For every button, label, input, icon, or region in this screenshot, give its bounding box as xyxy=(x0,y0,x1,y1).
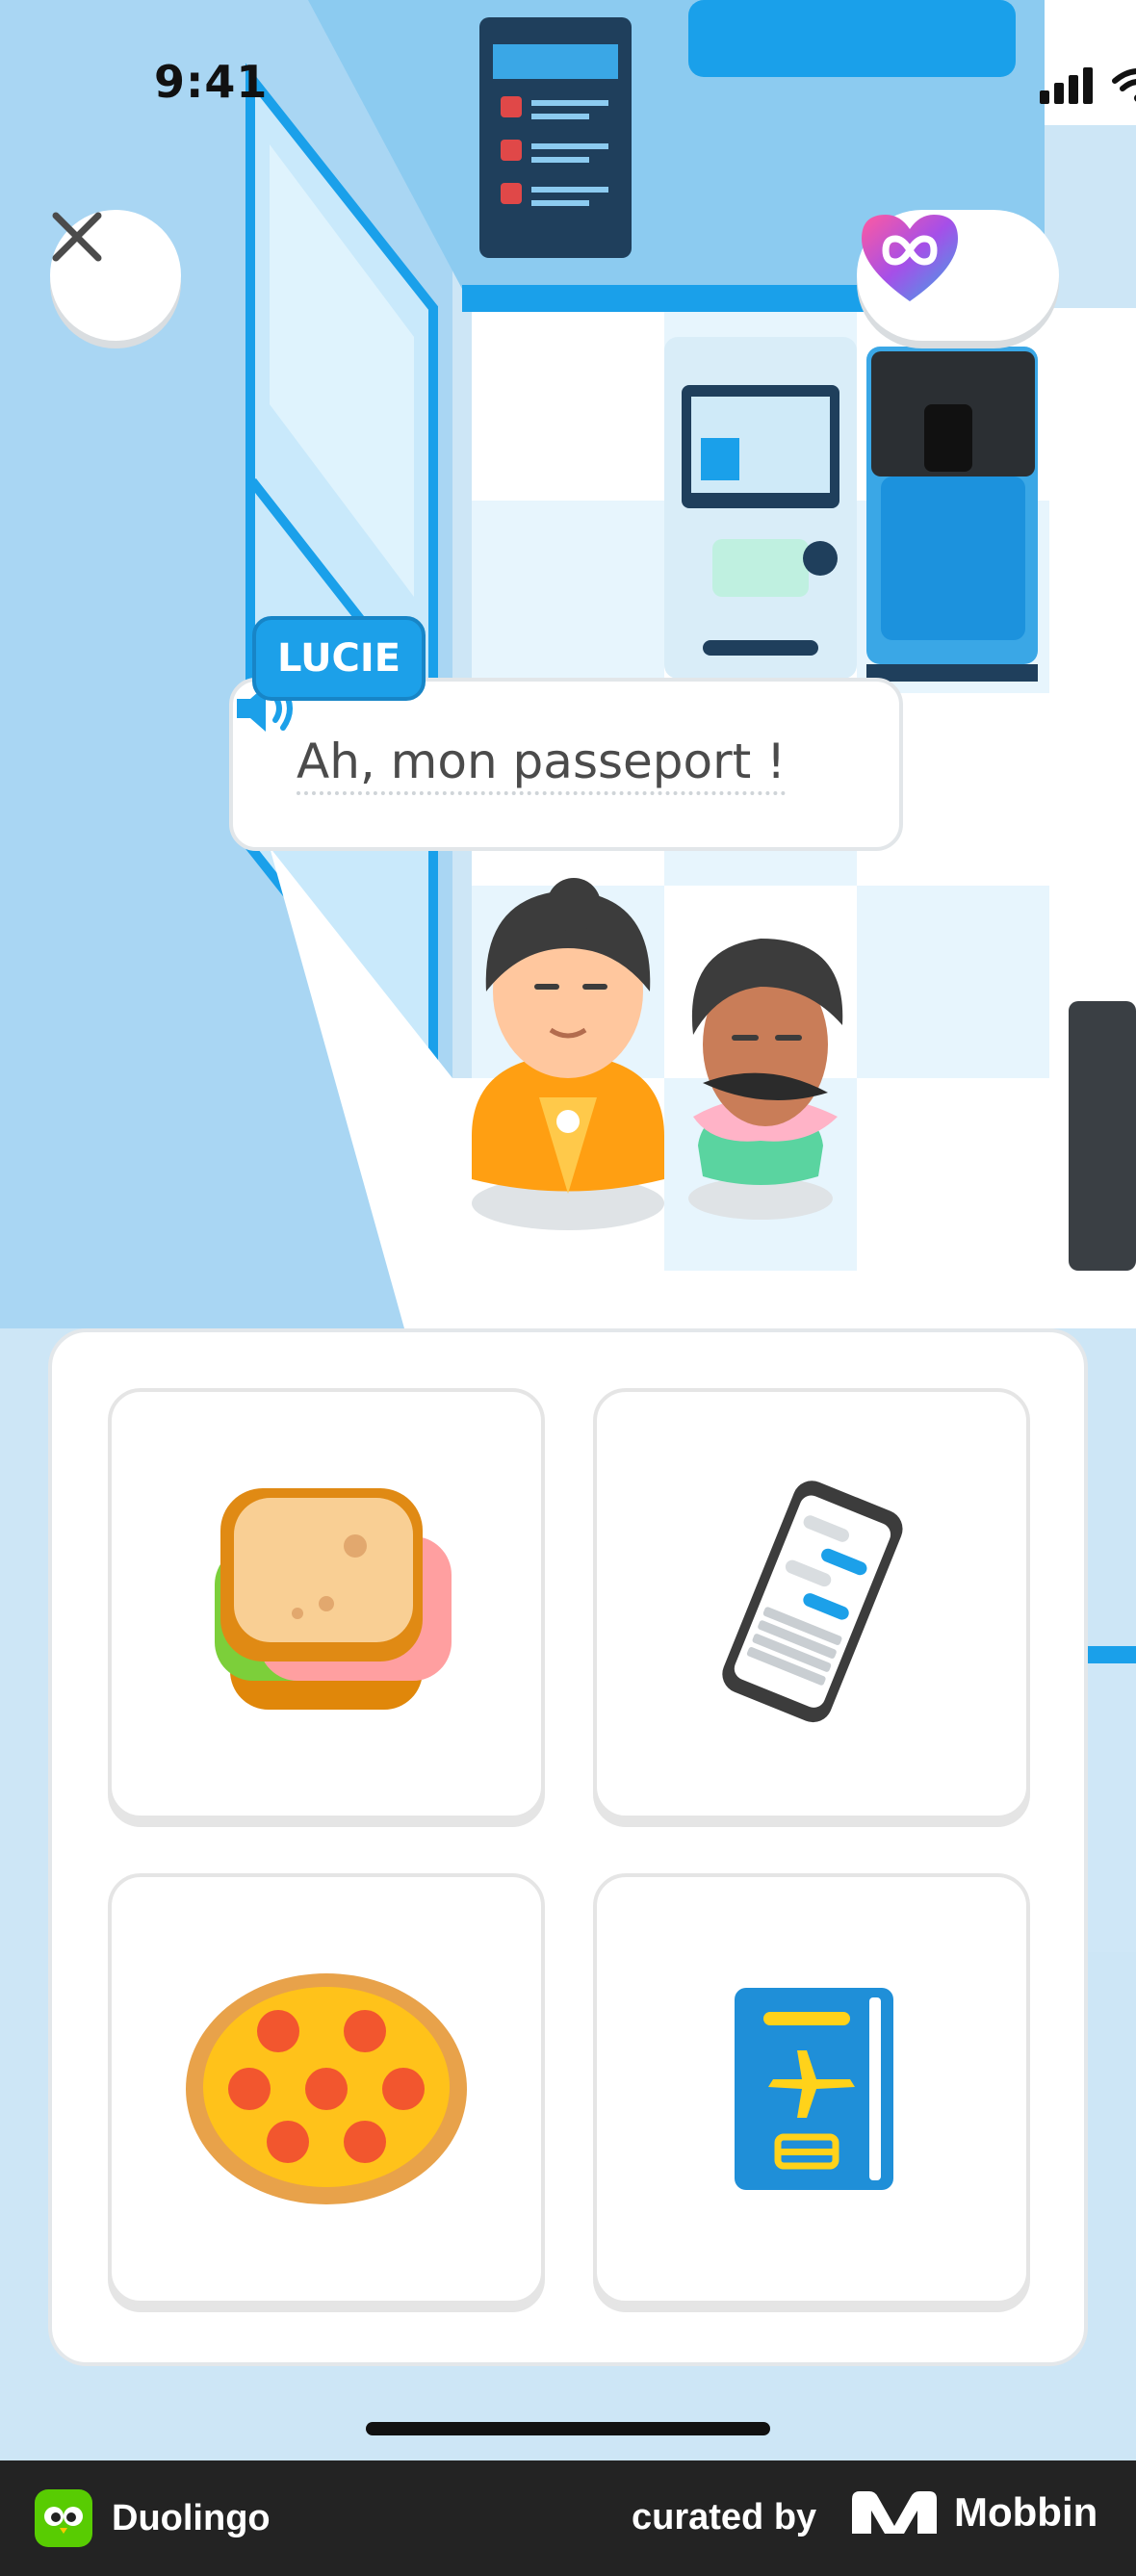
pizza-icon xyxy=(186,1973,467,2204)
attribution-footer: Duolingo curated by Mobbin xyxy=(0,2460,1136,2576)
phone-icon xyxy=(722,1481,903,1723)
choice-card-passport[interactable] xyxy=(593,1873,1030,2305)
mobbin-name: Mobbin xyxy=(954,2489,1098,2535)
wifi-icon xyxy=(1112,68,1136,102)
hearts-button[interactable] xyxy=(857,210,1059,341)
cellular-signal-icon xyxy=(1040,67,1093,104)
close-button[interactable] xyxy=(50,210,181,341)
choice-card-sandwich[interactable] xyxy=(108,1388,545,1819)
duolingo-logo-icon xyxy=(35,2489,92,2547)
app-name: Duolingo xyxy=(112,2497,271,2538)
dialogue-line: Ah, mon passeport ! xyxy=(297,734,787,795)
speaker-name-tag: LUCIE xyxy=(252,616,426,701)
passport-icon xyxy=(735,1988,893,2190)
sandwich-icon xyxy=(215,1488,452,1710)
home-indicator[interactable] xyxy=(366,2422,770,2435)
mobbin-brand: Mobbin xyxy=(852,2489,1097,2536)
curated-by-label: curated by xyxy=(632,2497,817,2537)
status-time: 9:41 xyxy=(154,56,269,108)
duolingo-brand: Duolingo xyxy=(35,2489,271,2547)
infinite-hearts-icon xyxy=(862,215,958,301)
close-icon xyxy=(52,212,102,262)
mobbin-logo-icon xyxy=(852,2491,937,2534)
answer-choices-panel xyxy=(48,1328,1088,2366)
choice-card-phone[interactable] xyxy=(593,1388,1030,1819)
speech-bubble[interactable]: Ah, mon passeport ! xyxy=(229,678,903,851)
choice-card-pizza[interactable] xyxy=(108,1873,545,2305)
